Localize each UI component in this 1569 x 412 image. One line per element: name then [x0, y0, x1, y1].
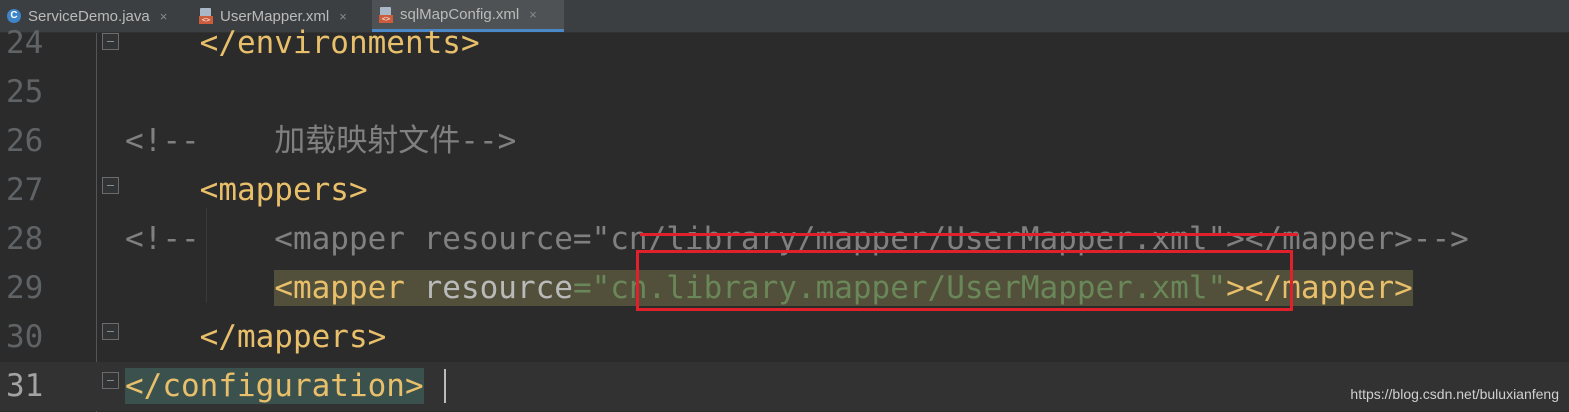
line-number: 25	[6, 74, 44, 110]
code-line-24: 24 </environments>	[0, 19, 1569, 68]
xml-tag: <mapper	[274, 270, 424, 306]
line-content: </environments>	[125, 19, 480, 68]
fold-marker[interactable]	[102, 323, 119, 340]
line-number: 24	[6, 25, 44, 61]
code-editor[interactable]: 24 </environments> 25 26 <!-- 加载映射文件--> …	[0, 25, 1569, 412]
line-number: 29	[6, 270, 44, 306]
line-number: 27	[6, 172, 44, 208]
xml-comment: <!-- 加载映射文件-->	[125, 123, 517, 159]
xml-tag: </mappers>	[125, 319, 387, 355]
line-content: <mappers>	[125, 166, 368, 215]
line-number: 30	[6, 319, 44, 355]
fold-marker[interactable]	[102, 33, 119, 50]
line-number: 31	[6, 368, 44, 404]
highlight-box-annotation	[636, 250, 1293, 311]
code-line-31: 31 </configuration>	[0, 362, 1569, 411]
fold-marker[interactable]	[102, 177, 119, 194]
line-number: 28	[6, 221, 44, 257]
line-number: 26	[6, 123, 44, 159]
watermark: https://blog.csdn.net/buluxianfeng	[1350, 386, 1559, 402]
code-line-27: 27 <mappers>	[0, 166, 1569, 215]
code-line-25: 25	[0, 68, 1569, 117]
xml-tag: </configuration>	[125, 368, 424, 404]
text-caret	[444, 369, 446, 403]
fold-marker[interactable]	[102, 372, 119, 389]
code-line-30: 30 </mappers>	[0, 313, 1569, 362]
xml-attribute: resource	[423, 270, 573, 306]
code-line-26: 26 <!-- 加载映射文件-->	[0, 117, 1569, 166]
xml-tag: </environments>	[125, 25, 480, 61]
xml-tag: <mappers>	[125, 172, 368, 208]
xml-value-quote: ="	[572, 270, 611, 306]
strike-annotation	[640, 233, 1298, 236]
line-content: </mappers>	[125, 313, 387, 362]
line-content: <!-- 加载映射文件-->	[125, 117, 516, 166]
line-content: </configuration>	[125, 362, 424, 411]
